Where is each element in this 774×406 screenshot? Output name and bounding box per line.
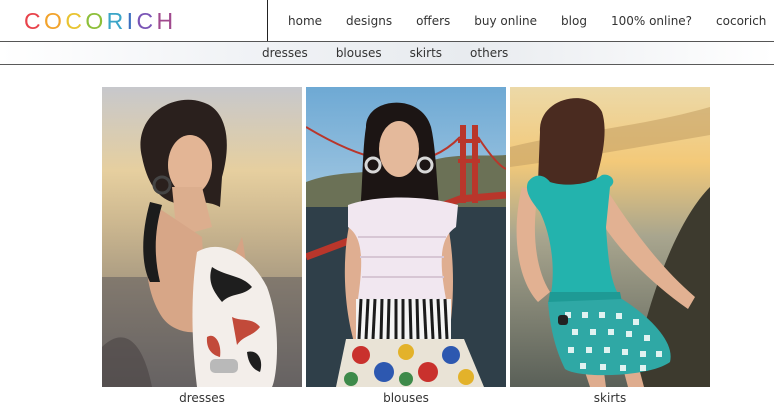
subnav-blouses-link[interactable]: blouses bbox=[336, 46, 382, 60]
nav-blog-link[interactable]: blog bbox=[561, 14, 587, 28]
header: COCORICH home designs offers buy online … bbox=[0, 0, 774, 41]
blouses-photo-image bbox=[306, 87, 506, 387]
nav-designs-link[interactable]: designs bbox=[346, 14, 392, 28]
subnav-rule bbox=[0, 64, 774, 65]
logo-letter-2: O bbox=[44, 8, 66, 34]
subnav-links: dresses blouses skirts others bbox=[248, 42, 522, 64]
cocorich-logo[interactable]: COCORICH bbox=[24, 7, 176, 35]
dresses-photo-image bbox=[102, 87, 302, 387]
nav-100-online-link[interactable]: 100% online? bbox=[611, 14, 692, 28]
subnav-dresses-link[interactable]: dresses bbox=[262, 46, 308, 60]
logo-letter-1: C bbox=[24, 8, 45, 34]
skirts-photo[interactable] bbox=[510, 87, 710, 387]
subnav-skirts-link[interactable]: skirts bbox=[410, 46, 442, 60]
logo-letter-5: R bbox=[106, 8, 127, 34]
header-divider bbox=[267, 0, 268, 41]
nav-buy-online-link[interactable]: buy online bbox=[474, 14, 537, 28]
logo-letter-7: C bbox=[136, 8, 157, 34]
category-subnav: dresses blouses skirts others bbox=[0, 42, 774, 64]
blouses-photo[interactable] bbox=[306, 87, 506, 387]
skirts-photo-image bbox=[510, 87, 710, 387]
subnav-others-link[interactable]: others bbox=[470, 46, 508, 60]
nav-offers-link[interactable]: offers bbox=[416, 14, 450, 28]
main-nav: home designs offers buy online blog 100%… bbox=[276, 0, 774, 41]
nav-home-link[interactable]: home bbox=[288, 14, 322, 28]
logo-letter-4: O bbox=[85, 8, 107, 34]
nav-cocorich-link[interactable]: cocorich bbox=[716, 14, 766, 28]
logo-letter-3: C bbox=[65, 8, 86, 34]
logo-letter-6: I bbox=[126, 8, 137, 34]
dresses-photo[interactable] bbox=[102, 87, 302, 387]
logo-letter-8: H bbox=[156, 8, 177, 34]
